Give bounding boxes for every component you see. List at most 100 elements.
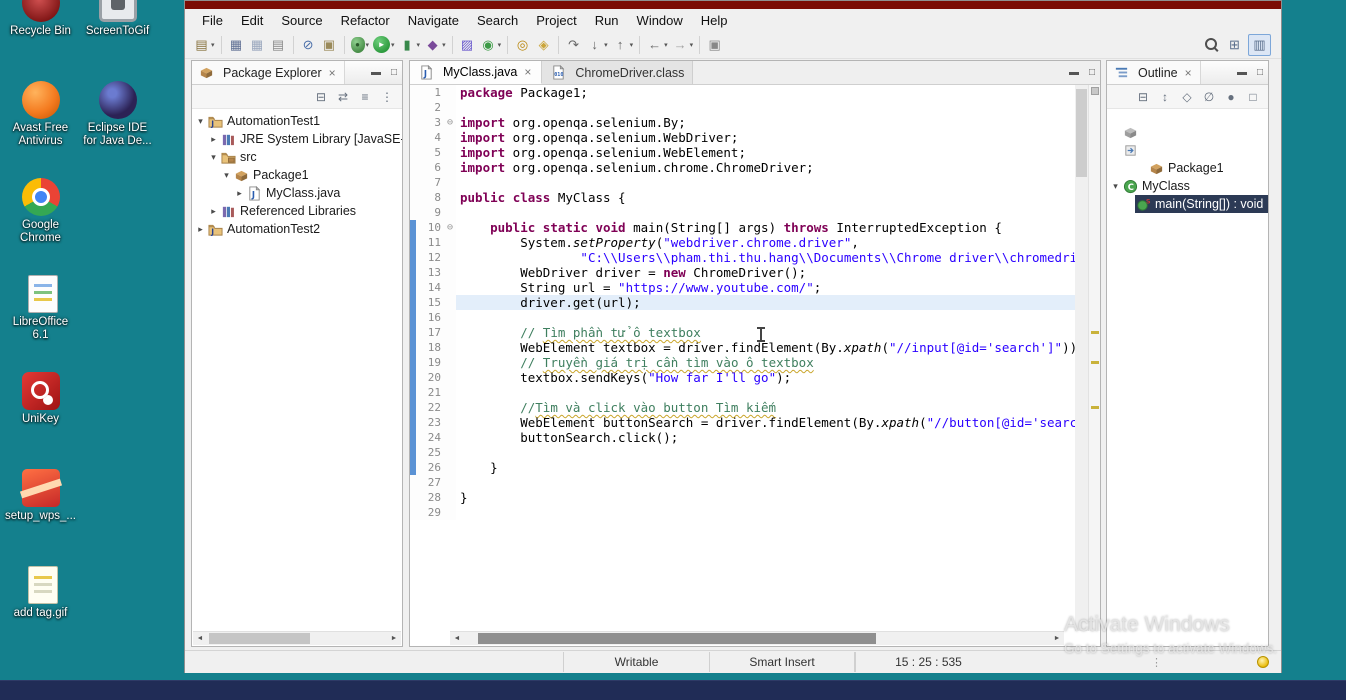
code-line-15[interactable]: 15 driver.get(url); xyxy=(410,295,1075,310)
desktop-icon-add-tag-gif[interactable]: add tag.gif xyxy=(3,566,79,663)
line-number[interactable]: 29 xyxy=(416,505,444,520)
outline-item-package1[interactable]: Package1 xyxy=(1107,159,1268,177)
last-edit-location-icon[interactable]: ↷ xyxy=(563,34,584,56)
chevron-down-icon[interactable]: ▾ xyxy=(194,116,207,127)
menu-help[interactable]: Help xyxy=(692,11,737,30)
taskbar[interactable] xyxy=(0,680,1346,700)
menu-refactor[interactable]: Refactor xyxy=(332,11,399,30)
menu-edit[interactable]: Edit xyxy=(232,11,272,30)
desktop-icon-setup-wps[interactable]: setup_wps_... xyxy=(3,469,79,566)
window-titlebar[interactable] xyxy=(185,1,1281,9)
outline-item-myclass[interactable]: ▾CMyClass xyxy=(1107,177,1268,195)
code-line-16[interactable]: 16 xyxy=(410,310,1075,325)
collapse-all-icon[interactable]: ⊟ xyxy=(311,88,331,106)
code-line-29[interactable]: 29 xyxy=(410,505,1075,520)
forward-icon[interactable]: →▾ xyxy=(670,34,696,56)
chevron-right-icon[interactable]: ▸ xyxy=(233,188,246,199)
line-number[interactable]: 15 xyxy=(416,295,444,310)
line-number[interactable]: 14 xyxy=(416,280,444,295)
dropdown-icon[interactable]: ▾ xyxy=(690,41,694,49)
menu-search[interactable]: Search xyxy=(468,11,527,30)
quick-access-search-icon[interactable] xyxy=(1202,34,1221,56)
line-number[interactable]: 21 xyxy=(416,385,444,400)
chevron-down-icon[interactable]: ▾ xyxy=(220,170,233,181)
back-icon[interactable]: ←▾ xyxy=(644,34,670,56)
line-number[interactable]: 5 xyxy=(416,145,444,160)
maximize-view-icon[interactable]: □ xyxy=(1252,67,1268,78)
line-number[interactable]: 22 xyxy=(416,400,444,415)
tab-myclass-java[interactable]: JMyClass.java× xyxy=(410,61,542,84)
hide-fields-icon[interactable]: ◇ xyxy=(1177,88,1197,106)
scrollbar-track[interactable] xyxy=(207,632,387,645)
tab-chromedriver-class[interactable]: 010ChromeDriver.class xyxy=(542,61,693,84)
java-ee-perspective-icon[interactable]: ▥ xyxy=(1248,34,1271,56)
menu-file[interactable]: File xyxy=(193,11,232,30)
skip-breakpoints-icon[interactable]: ⊘ xyxy=(298,34,319,56)
scrollbar-thumb[interactable] xyxy=(1076,89,1087,177)
save-all-icon[interactable]: ▦ xyxy=(247,34,268,56)
maximize-view-icon[interactable]: □ xyxy=(386,67,402,78)
filters-icon[interactable]: ≡ xyxy=(355,88,375,106)
code-line-3[interactable]: 3⊖import org.openqa.selenium.By; xyxy=(410,115,1075,130)
line-number[interactable]: 1 xyxy=(416,85,444,100)
code-line-10[interactable]: 10⊖ public static void main(String[] arg… xyxy=(410,220,1075,235)
line-number[interactable]: 2 xyxy=(416,100,444,115)
code-line-1[interactable]: 1package Package1; xyxy=(410,85,1075,100)
new-java-project-icon[interactable]: ▨ xyxy=(457,34,478,56)
code-line-28[interactable]: 28} xyxy=(410,490,1075,505)
outline-item-imports[interactable] xyxy=(1107,141,1268,159)
line-number[interactable]: 24 xyxy=(416,430,444,445)
code-line-17[interactable]: 17 // Tìm phần tử ô textbox xyxy=(410,325,1075,340)
line-number[interactable]: 11 xyxy=(416,235,444,250)
close-icon[interactable]: × xyxy=(522,65,533,79)
chevron-right-icon[interactable]: ▸ xyxy=(207,206,220,217)
package-explorer-item-automationtest1[interactable]: ▾JAutomationTest1 xyxy=(192,112,402,130)
chevron-right-icon[interactable]: ▸ xyxy=(194,224,207,235)
editor-vscrollbar[interactable] xyxy=(1075,85,1088,631)
line-number[interactable]: 17 xyxy=(416,325,444,340)
save-icon[interactable]: ▦ xyxy=(226,34,247,56)
hide-static-members-icon[interactable]: ∅ xyxy=(1199,88,1219,106)
code-editor[interactable]: 1package Package1;23⊖import org.openqa.s… xyxy=(410,85,1075,631)
previous-annotation-icon[interactable]: ↑▾ xyxy=(610,34,636,56)
code-line-7[interactable]: 7 xyxy=(410,175,1075,190)
dropdown-icon[interactable]: ▾ xyxy=(211,41,215,49)
dropdown-icon[interactable]: ▾ xyxy=(604,41,608,49)
dropdown-icon[interactable]: ▾ xyxy=(664,41,668,49)
package-explorer-hscrollbar[interactable]: ◄ ► xyxy=(193,631,401,645)
chevron-down-icon[interactable]: ▾ xyxy=(1109,181,1122,192)
scrollbar-track[interactable] xyxy=(464,632,1050,645)
menu-navigate[interactable]: Navigate xyxy=(399,11,468,30)
line-number[interactable]: 28 xyxy=(416,490,444,505)
open-perspective-icon[interactable]: ⊞ xyxy=(1224,34,1245,56)
desktop-icon-avast-free-antivirus[interactable]: Avast Free Antivirus xyxy=(3,81,79,178)
code-line-20[interactable]: 20 textbox.sendKeys("How far I'll go"); xyxy=(410,370,1075,385)
open-type-icon[interactable]: ◎ xyxy=(512,34,533,56)
desktop-icon-screentogif[interactable]: ScreenToGif xyxy=(80,0,156,81)
line-number[interactable]: 19 xyxy=(416,355,444,370)
scroll-left-icon[interactable]: ◄ xyxy=(450,635,464,642)
line-number[interactable]: 16 xyxy=(416,310,444,325)
code-line-5[interactable]: 5import org.openqa.selenium.WebElement; xyxy=(410,145,1075,160)
code-line-9[interactable]: 9 xyxy=(410,205,1075,220)
maximize-editor-icon[interactable]: □ xyxy=(1084,67,1100,78)
code-line-14[interactable]: 14 String url = "https://www.youtube.com… xyxy=(410,280,1075,295)
code-line-26[interactable]: 26 } xyxy=(410,460,1075,475)
dropdown-icon[interactable]: ▾ xyxy=(417,41,421,49)
menu-window[interactable]: Window xyxy=(628,11,692,30)
outline-item-package-decl[interactable] xyxy=(1107,123,1268,141)
chevron-down-icon[interactable]: ▾ xyxy=(207,152,220,163)
code-line-19[interactable]: 19 // Truyền giá trị cần tìm vào ô textb… xyxy=(410,355,1075,370)
run-icon[interactable]: ►▾ xyxy=(371,34,397,56)
sort-icon[interactable]: ↕ xyxy=(1155,88,1175,106)
line-number[interactable]: 26 xyxy=(416,460,444,475)
print-icon[interactable]: ▤ xyxy=(268,34,289,56)
dropdown-icon[interactable]: ▾ xyxy=(391,41,395,49)
dropdown-icon[interactable]: ▾ xyxy=(442,41,446,49)
debug-icon[interactable]: ●▾ xyxy=(349,34,372,56)
new-wizard-icon[interactable]: ▤▾ xyxy=(191,34,217,56)
code-line-21[interactable]: 21 xyxy=(410,385,1075,400)
line-number[interactable]: 9 xyxy=(416,205,444,220)
minimize-view-icon[interactable]: ▬ xyxy=(366,67,386,78)
line-number[interactable]: 10 xyxy=(416,220,444,235)
